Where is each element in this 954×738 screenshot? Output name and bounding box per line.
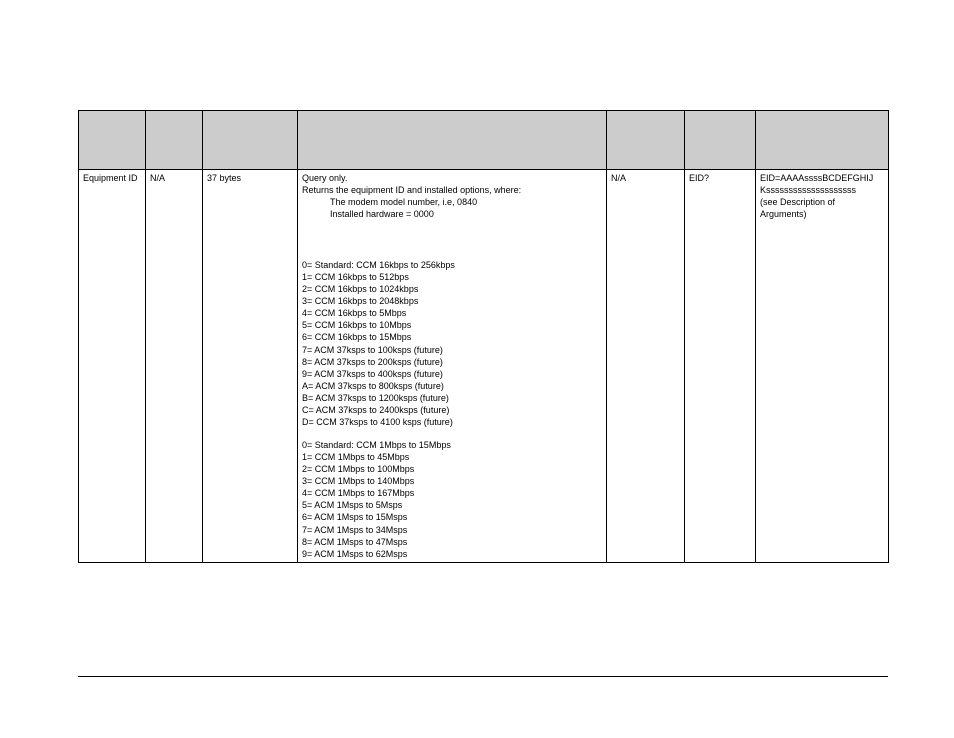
desc-line: 6= CCM 16kbps to 15Mbps [302,331,602,343]
desc-line: Query only. [302,172,602,184]
desc-line: 1= CCM 16kbps to 512bps [302,271,602,283]
desc-line: 9= ACM 1Msps to 62Msps [302,548,602,560]
cell-col5: N/A [607,170,685,563]
header-cell [685,111,756,170]
desc-line: Arguments) [760,208,884,220]
desc-line: Returns the equipment ID and installed o… [302,184,602,196]
cell-col2: N/A [146,170,203,563]
desc-line: 3= CCM 1Mbps to 140Mbps [302,475,602,487]
desc-line: 8= ACM 37ksps to 200ksps (future) [302,356,602,368]
header-cell [146,111,203,170]
header-cell [203,111,298,170]
desc-line: The modem model number, i.e, 0840 [302,196,602,208]
desc-line: Kssssssssssssssssssss [760,184,884,196]
cell-col6: EID? [685,170,756,563]
cell-col7: EID=AAAAssssBCDEFGHIJ Ksssssssssssssssss… [756,170,889,563]
desc-line: (see Description of [760,196,884,208]
gap [302,429,602,439]
header-cell [607,111,685,170]
desc-line: 5= CCM 16kbps to 10Mbps [302,319,602,331]
desc-line: Installed hardware = 0000 [302,208,602,220]
header-cell [79,111,146,170]
cell-description: Query only. Returns the equipment ID and… [298,170,607,563]
header-cell [756,111,889,170]
page: Equipment ID N/A 37 bytes Query only. Re… [0,0,954,738]
desc-line: D= CCM 37ksps to 4100 ksps (future) [302,416,602,428]
desc-line: 7= ACM 37ksps to 100ksps (future) [302,344,602,356]
spec-table: Equipment ID N/A 37 bytes Query only. Re… [78,110,889,563]
desc-line: EID=AAAAssssBCDEFGHIJ [760,172,884,184]
desc-line: 0= Standard: CCM 1Mbps to 15Mbps [302,439,602,451]
header-row [79,111,889,170]
table-row: Equipment ID N/A 37 bytes Query only. Re… [79,170,889,563]
header-cell [298,111,607,170]
desc-line: B= ACM 37ksps to 1200ksps (future) [302,392,602,404]
desc-line: 2= CCM 16kbps to 1024kbps [302,283,602,295]
desc-line: 3= CCM 16kbps to 2048kbps [302,295,602,307]
footer-rule [78,676,888,677]
desc-line: 7= ACM 1Msps to 34Msps [302,524,602,536]
desc-line: 4= CCM 16kbps to 5Mbps [302,307,602,319]
desc-line: 2= CCM 1Mbps to 100Mbps [302,463,602,475]
cell-col3: 37 bytes [203,170,298,563]
desc-line: 6= ACM 1Msps to 15Msps [302,511,602,523]
desc-line: 4= CCM 1Mbps to 167Mbps [302,487,602,499]
desc-line: 8= ACM 1Msps to 47Msps [302,536,602,548]
desc-line: 9= ACM 37ksps to 400ksps (future) [302,368,602,380]
desc-line: C= ACM 37ksps to 2400ksps (future) [302,404,602,416]
table-container: Equipment ID N/A 37 bytes Query only. Re… [78,110,888,563]
cell-parameter: Equipment ID [79,170,146,563]
desc-line: 0= Standard: CCM 16kbps to 256kbps [302,259,602,271]
gap [302,221,602,259]
desc-line: A= ACM 37ksps to 800ksps (future) [302,380,602,392]
desc-line: 1= CCM 1Mbps to 45Mbps [302,451,602,463]
desc-line: 5= ACM 1Msps to 5Msps [302,499,602,511]
